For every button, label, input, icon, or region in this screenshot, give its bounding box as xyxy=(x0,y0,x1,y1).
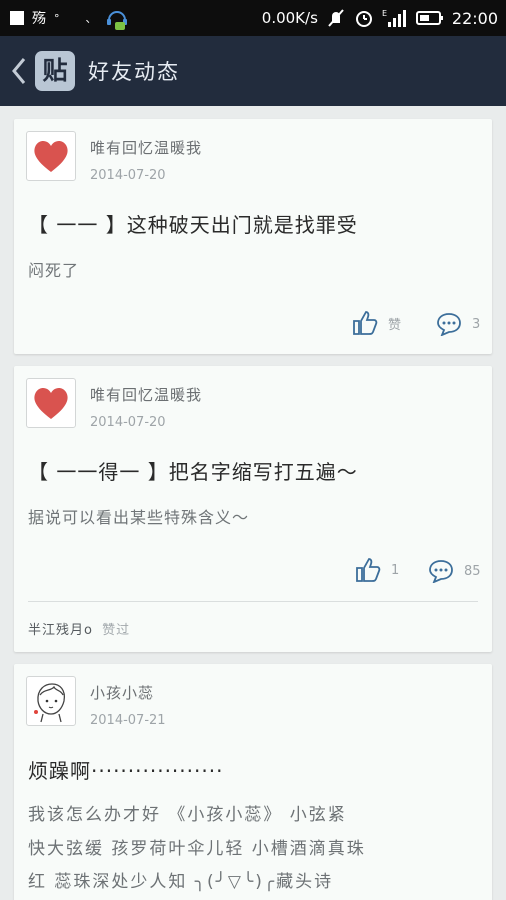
svg-text:E: E xyxy=(382,9,387,18)
like-label: 赞 xyxy=(388,317,402,333)
network-speed: 0.00K/s xyxy=(261,9,318,27)
alarm-icon xyxy=(354,8,374,28)
comment-icon xyxy=(429,560,453,583)
comment-icon xyxy=(437,313,461,336)
post-card[interactable]: 小孩小蕊 2014-07-21 烦躁啊·················· 我该… xyxy=(14,664,492,900)
page-title: 好友动态 xyxy=(88,60,180,84)
like-button[interactable]: 赞 xyxy=(352,310,401,336)
comment-count: 3 xyxy=(472,316,481,332)
post-title[interactable]: 【 一一得一 】把名字缩写打五遍～ xyxy=(28,456,358,485)
avatar[interactable] xyxy=(26,131,76,181)
header-bar: 贴 好友动态 xyxy=(0,36,506,106)
carrier-char: 殇 xyxy=(32,11,46,27)
like-button[interactable]: 1 xyxy=(355,557,399,583)
thumbs-up-icon xyxy=(353,311,378,335)
avatar[interactable] xyxy=(26,676,76,726)
avatar[interactable] xyxy=(26,378,76,428)
post-date: 2014-07-20 xyxy=(90,168,166,183)
like-count: 1 xyxy=(391,562,400,578)
comment-button[interactable]: 85 xyxy=(428,559,481,583)
thumbs-up-icon xyxy=(356,558,381,582)
username[interactable]: 小孩小蕊 xyxy=(90,682,154,703)
liked-by-line: 半江残月o 赞过 xyxy=(28,619,130,638)
comment-count: 85 xyxy=(464,563,481,579)
liked-by-user[interactable]: 半江残月o xyxy=(28,623,93,638)
post-body: 闷死了 xyxy=(28,261,80,280)
username[interactable]: 唯有回忆温暖我 xyxy=(90,137,202,158)
post-body-line: 我该怎么办才好 《小孩小蕊》 小弦紧 xyxy=(28,805,347,825)
username[interactable]: 唯有回忆温暖我 xyxy=(90,384,202,405)
post-date: 2014-07-20 xyxy=(90,415,166,430)
mute-icon xyxy=(326,8,346,28)
post-card[interactable]: 唯有回忆温暖我 2014-07-20 【 一一 】这种破天出门就是找罪受 闷死了… xyxy=(14,119,492,354)
battery-icon xyxy=(415,8,444,28)
signal-icon: E xyxy=(382,8,408,28)
comment-button[interactable]: 3 xyxy=(436,312,480,336)
post-body-line: 快大弦缓 孩罗荷叶伞儿轻 小槽酒滴真珠 xyxy=(28,839,366,859)
heart-icon xyxy=(34,387,68,419)
post-title[interactable]: 烦躁啊·················· xyxy=(28,755,223,784)
back-arrow-icon[interactable] xyxy=(10,56,28,86)
notification-square-icon xyxy=(10,11,24,25)
tieba-logo: 贴 xyxy=(35,51,75,91)
post-body: 据说可以看出某些特殊含义～ xyxy=(28,508,250,527)
heart-icon xyxy=(34,140,68,172)
liked-suffix: 赞过 xyxy=(102,623,131,638)
post-date: 2014-07-21 xyxy=(90,713,166,728)
post-card[interactable]: 唯有回忆温暖我 2014-07-20 【 一一得一 】把名字缩写打五遍～ 据说可… xyxy=(14,366,492,652)
clock: 22:00 xyxy=(451,8,498,28)
post-title[interactable]: 【 一一 】这种破天出门就是找罪受 xyxy=(28,209,358,238)
divider xyxy=(28,601,478,602)
cartoon-avatar-icon xyxy=(34,683,66,723)
post-body-line: 红 蕊珠深处少人知 ╮(╯▽╰)╭藏头诗 xyxy=(28,872,334,892)
status-bar: 殇 ° 、 0.00K/s E 22:00 xyxy=(0,0,506,36)
headset-chat-icon xyxy=(105,8,127,30)
